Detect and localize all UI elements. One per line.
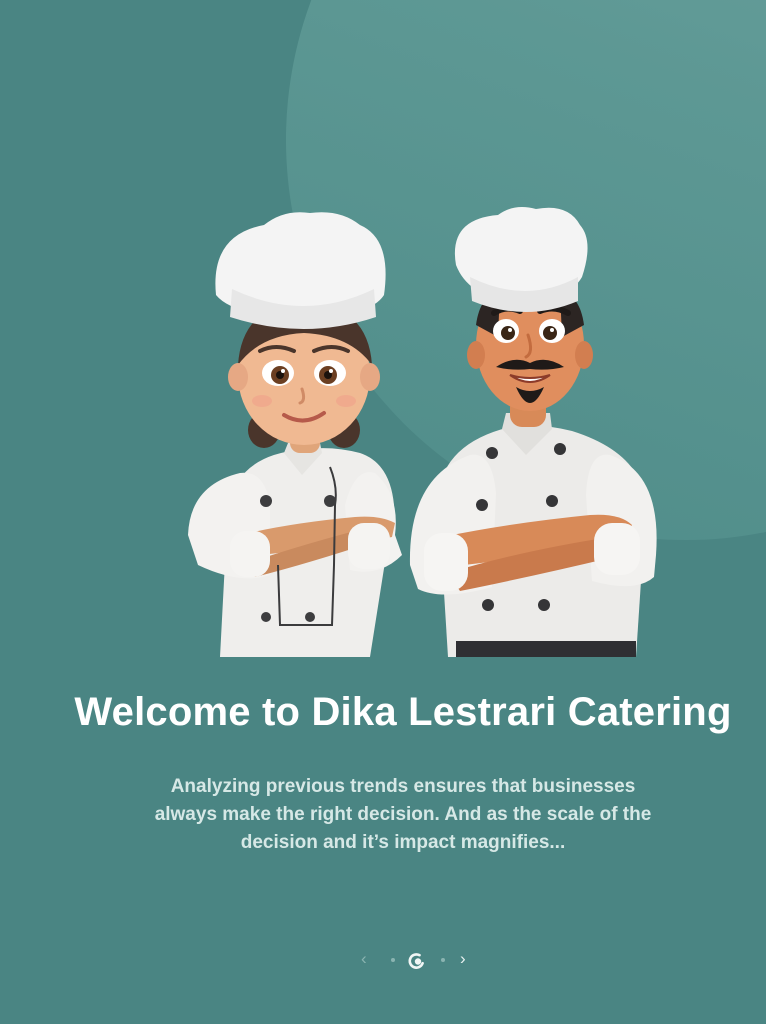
page-indicator-dot[interactable] [391, 958, 395, 962]
chefs-illustration [180, 205, 660, 657]
chevron-left-icon[interactable]: ‹ [361, 950, 367, 967]
page-indicator-dot[interactable] [441, 958, 445, 962]
chevron-right-icon[interactable]: › [460, 950, 466, 967]
active-page-indicator-icon[interactable] [407, 952, 425, 970]
male-chef [409, 207, 657, 657]
onboarding-screen: Welcome to Dika Lestrari Catering Analyz… [0, 0, 766, 1024]
welcome-description: Analyzing previous trends ensures that b… [154, 776, 652, 853]
welcome-title: Welcome to Dika Lestrari Catering [74, 690, 732, 734]
female-chef [188, 212, 402, 657]
onboarding-pager: ‹ › [353, 944, 479, 976]
